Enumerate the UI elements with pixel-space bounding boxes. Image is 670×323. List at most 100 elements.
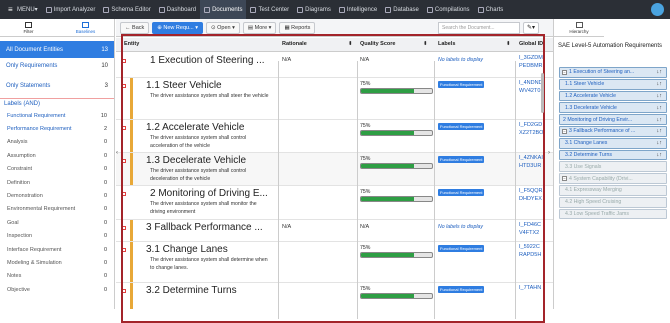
table-row[interactable]: 1.3 Decelerate Vehicle The driver assista… bbox=[116, 153, 553, 186]
nav-compilations[interactable]: Compilations bbox=[423, 0, 474, 19]
row-marker[interactable] bbox=[122, 248, 126, 252]
entity-title[interactable]: 3.2 Determine Turns bbox=[146, 285, 237, 296]
entity-description[interactable]: The driver assistance system shall deter… bbox=[150, 257, 270, 272]
sort-icon[interactable]: ⬍ bbox=[506, 41, 511, 47]
filter-all-entities[interactable]: All Document Entities 13 bbox=[0, 41, 114, 58]
row-marker[interactable] bbox=[122, 59, 126, 63]
entity-description[interactable]: The driver assistance system shall monit… bbox=[150, 201, 270, 216]
table-row[interactable]: 2 Monitoring of Driving E... The driver a… bbox=[116, 186, 553, 220]
hierarchy-item[interactable]: −1 Execution of Steering an... ↓↑ bbox=[559, 67, 667, 78]
reorder-icon[interactable]: ↓↑ bbox=[657, 105, 663, 111]
entity-title[interactable]: 1.2 Accelerate Vehicle bbox=[146, 122, 244, 133]
label-filter-item[interactable]: Interface Requirement 0 bbox=[0, 243, 114, 256]
search-input[interactable]: Search the Document... bbox=[438, 21, 520, 34]
back-button[interactable]: ← Back bbox=[120, 21, 150, 34]
label-badge[interactable]: Functional Requirement bbox=[438, 286, 485, 293]
entity-title[interactable]: 1 Execution of Steering ... bbox=[150, 55, 265, 66]
label-filter-item[interactable]: Performance Requirement 2 bbox=[0, 122, 114, 135]
tab-hierarchy[interactable]: Hierarchy bbox=[554, 19, 604, 37]
hierarchy-item[interactable]: 4.2 High Speed Cruising bbox=[559, 196, 667, 208]
collapse-toggle-icon[interactable]: − bbox=[562, 128, 567, 134]
open-button[interactable]: ⊙ Open ▾ bbox=[205, 21, 240, 34]
label-filter-item[interactable]: Assumption 0 bbox=[0, 149, 114, 162]
labels-header[interactable]: Labels (AND) bbox=[0, 98, 114, 109]
quality-cell[interactable]: N/A bbox=[360, 224, 369, 230]
column-rationale[interactable]: Rationale bbox=[282, 41, 307, 47]
reorder-icon[interactable]: ↓↑ bbox=[657, 81, 663, 87]
sort-icon[interactable]: ⬍ bbox=[423, 41, 428, 47]
label-badge[interactable]: Functional Requirement bbox=[438, 245, 485, 252]
filter-only-requirements[interactable]: Only Requirements 10 bbox=[0, 58, 114, 74]
label-filter-item[interactable]: Analysis 0 bbox=[0, 136, 114, 149]
tab-filter[interactable]: Filter bbox=[0, 19, 57, 36]
hierarchy-item[interactable]: 4.3 Low Speed Traffic Jams bbox=[559, 208, 667, 220]
label-badge[interactable]: Functional Requirement bbox=[438, 81, 485, 88]
hierarchy-item[interactable]: 3.2 Determine Turns ↓↑ bbox=[559, 149, 667, 161]
table-row[interactable]: 3.1 Change Lanes The driver assistance sy… bbox=[116, 242, 553, 283]
nav-import[interactable]: Import Analyzer bbox=[42, 0, 100, 19]
hierarchy-item[interactable]: 4.1 Expressway Merging bbox=[559, 185, 667, 196]
nav-database[interactable]: Database bbox=[381, 0, 423, 19]
global-id-link[interactable]: I_F5QQR DHDYEX bbox=[519, 187, 547, 203]
avatar[interactable] bbox=[651, 3, 664, 16]
column-global-id[interactable]: Global ID bbox=[519, 41, 543, 47]
nav-menu[interactable]: ≡ MENU ▾ bbox=[4, 0, 42, 19]
nav-diagram[interactable]: Diagrams bbox=[293, 0, 335, 19]
wrench-icon[interactable]: ✎▾ bbox=[523, 21, 539, 34]
label-filter-item[interactable]: Modeling & Simulation 0 bbox=[0, 256, 114, 269]
entity-title[interactable]: 1.3 Decelerate Vehicle bbox=[146, 155, 246, 166]
new-requirement-button[interactable]: ⊕ New Requ... ▾ bbox=[152, 21, 203, 34]
label-filter-item[interactable]: Inspection 0 bbox=[0, 230, 114, 243]
nav-schema[interactable]: Schema Editor bbox=[99, 0, 154, 19]
reorder-icon[interactable]: ↓↑ bbox=[657, 152, 663, 158]
table-row[interactable]: 3.2 Determine Turns 75% Functional Require… bbox=[116, 283, 553, 309]
label-filter-item[interactable]: Environmental Requirement 0 bbox=[0, 203, 114, 216]
label-filter-item[interactable]: Notes 0 bbox=[0, 270, 114, 283]
row-marker[interactable] bbox=[122, 84, 126, 88]
hierarchy-item[interactable]: 3.1 Change Lanes ↓↑ bbox=[559, 137, 667, 149]
label-badge[interactable]: Functional Requirement bbox=[438, 123, 485, 130]
global-id-link[interactable]: I_3GZDM PEDBMR bbox=[519, 54, 547, 70]
hierarchy-item[interactable]: 2 Monitoring of Driving Envir... ↓↑ bbox=[559, 114, 667, 125]
column-labels[interactable]: Labels bbox=[438, 41, 455, 47]
row-marker[interactable] bbox=[122, 192, 126, 196]
entity-title[interactable]: 3.1 Change Lanes bbox=[146, 244, 228, 255]
label-filter-item[interactable]: Constraint 0 bbox=[0, 163, 114, 176]
reports-button[interactable]: ▦ Reports bbox=[279, 21, 316, 34]
hierarchy-item[interactable]: 3.3 Use Signals bbox=[559, 161, 667, 173]
hierarchy-item[interactable]: 1.2 Accelerate Vehicle ↓↑ bbox=[559, 90, 667, 102]
sort-icon[interactable]: ⬍ bbox=[348, 41, 353, 47]
nav-intelligence[interactable]: Intelligence bbox=[335, 0, 381, 19]
entity-title[interactable]: 2 Monitoring of Driving E... bbox=[150, 188, 268, 199]
nav-documents[interactable]: Documents bbox=[200, 0, 247, 19]
entity-title[interactable]: 1.1 Steer Vehicle bbox=[146, 80, 222, 91]
rationale-cell[interactable]: N/A bbox=[282, 224, 291, 230]
label-filter-item[interactable]: Demonstration 0 bbox=[0, 189, 114, 202]
table-row[interactable]: 1.2 Accelerate Vehicle The driver assista… bbox=[116, 120, 553, 153]
column-entity[interactable]: Entity bbox=[124, 41, 139, 47]
table-row[interactable]: 1.1 Steer Vehicle The driver assistance s… bbox=[116, 78, 553, 120]
hierarchy-item[interactable]: −4 System Capability (Drivi... bbox=[559, 173, 667, 184]
vertical-scrollbar[interactable] bbox=[541, 73, 544, 113]
global-id-link[interactable]: I_4ZNKAI HTD3UR bbox=[519, 154, 547, 170]
label-badge[interactable]: Functional Requirement bbox=[438, 156, 485, 163]
row-marker[interactable] bbox=[122, 159, 126, 163]
collapse-toggle-icon[interactable]: − bbox=[562, 69, 567, 75]
collapse-left-icon[interactable]: ‹ bbox=[116, 150, 121, 162]
global-id-link[interactable]: I_FD46C V4FTX2 bbox=[519, 221, 547, 237]
hierarchy-item[interactable]: 1.3 Decelerate Vehicle ↓↑ bbox=[559, 102, 667, 114]
reorder-icon[interactable]: ↓↑ bbox=[657, 140, 663, 146]
collapse-toggle-icon[interactable]: − bbox=[562, 176, 567, 182]
column-quality-score[interactable]: Quality Score bbox=[360, 41, 395, 47]
entity-description[interactable]: The driver assistance system shall steer… bbox=[150, 93, 270, 101]
global-id-link[interactable]: I_FD2GD XZ2T2BO bbox=[519, 121, 547, 137]
reorder-icon[interactable]: ↓↑ bbox=[657, 117, 663, 123]
rationale-cell[interactable]: N/A bbox=[282, 57, 291, 63]
quality-cell[interactable]: N/A bbox=[360, 57, 369, 63]
nav-dashboard[interactable]: Dashboard bbox=[155, 0, 200, 19]
reorder-icon[interactable]: ↓↑ bbox=[657, 128, 663, 134]
row-marker[interactable] bbox=[122, 289, 126, 293]
global-id-link[interactable]: I_5922C RAPD5H bbox=[519, 243, 547, 259]
label-filter-item[interactable]: Definition 0 bbox=[0, 176, 114, 189]
reorder-icon[interactable]: ↓↑ bbox=[657, 69, 663, 75]
